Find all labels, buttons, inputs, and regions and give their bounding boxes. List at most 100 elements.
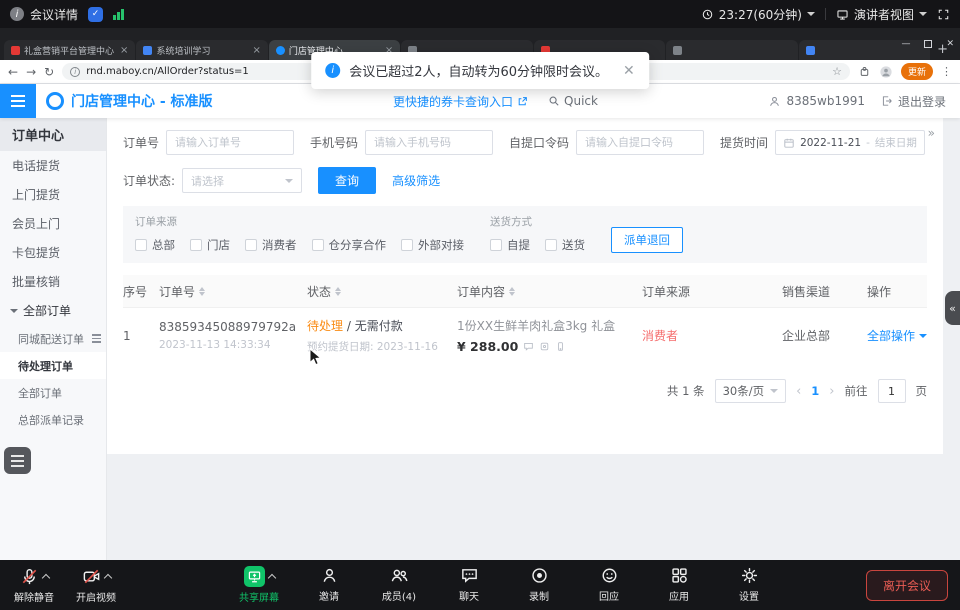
search-button[interactable]: 查询 [318, 167, 376, 194]
sidebar-item-phone-pickup[interactable]: 电话提货 [0, 151, 106, 180]
phone-label: 手机号码 [310, 134, 358, 151]
security-shield-icon[interactable]: ✓ [88, 7, 103, 22]
reaction-button[interactable]: 回应 [583, 566, 635, 603]
drag-handle-icon[interactable] [92, 334, 101, 343]
leave-meeting-button[interactable]: 离开会议 [866, 570, 948, 601]
members-button[interactable]: 成员(4) [373, 566, 425, 603]
invite-button[interactable]: 邀请 [303, 566, 355, 603]
chevron-up-icon[interactable] [267, 573, 275, 581]
phone-icon[interactable] [555, 341, 566, 352]
source-checkbox-consumer[interactable]: 消费者 [245, 237, 297, 253]
meeting-timer[interactable]: 23:27(60分钟) [701, 6, 815, 23]
fullscreen-button[interactable] [937, 8, 950, 21]
checkbox-icon [245, 239, 257, 251]
source-checkbox-external[interactable]: 外部对接 [401, 237, 464, 253]
hamburger-menu-button[interactable] [0, 84, 36, 118]
prev-page-button[interactable]: ‹ [796, 384, 801, 399]
sidebar-subitem-city-delivery[interactable]: 同城配送订单 [0, 325, 106, 352]
bookmark-star-icon[interactable]: ☆ [832, 65, 842, 78]
edge-collapse-tab[interactable]: « [945, 291, 960, 325]
sidebar-subitem-pending-orders[interactable]: 待处理订单 [0, 352, 106, 379]
apps-button[interactable]: 应用 [653, 566, 705, 603]
delivery-checkbox-delivery[interactable]: 送货 [545, 237, 585, 253]
apps-label: 应用 [669, 588, 689, 603]
quick-search[interactable]: Quick [548, 94, 598, 108]
sort-icon[interactable] [335, 287, 341, 296]
advanced-filter-link[interactable]: 高级筛选 [392, 172, 440, 189]
app-logo [46, 92, 64, 110]
forward-button[interactable]: → [26, 66, 36, 78]
close-window-button[interactable]: ✕ [946, 39, 954, 49]
floating-menu-widget[interactable] [4, 447, 31, 474]
source-checkbox-warehouse[interactable]: 仓分享合作 [312, 237, 387, 253]
code-input[interactable] [576, 130, 704, 155]
row-source: 消费者 [642, 327, 782, 344]
collapse-panel-icon[interactable]: » [928, 126, 935, 140]
browser-tab-2[interactable]: 系统培训学习 × [136, 40, 267, 60]
col-content[interactable]: 订单内容 [457, 283, 642, 300]
unmute-button[interactable]: 解除静音 [8, 566, 60, 604]
page-size-select[interactable]: 30条/页 [715, 379, 787, 403]
sidebar-item-door-pickup[interactable]: 上门提货 [0, 180, 106, 209]
col-order-no[interactable]: 订单号 [159, 283, 307, 300]
record-button[interactable]: 录制 [513, 566, 565, 603]
minimize-button[interactable]: — [901, 39, 910, 49]
mini-app-icon[interactable] [539, 341, 550, 352]
dispatch-return-button[interactable]: 派单退回 [611, 227, 683, 253]
browser-update-badge[interactable]: 更新 [901, 63, 933, 80]
profile-avatar[interactable] [879, 65, 893, 79]
meeting-topbar-left: i 会议详情 ✓ [10, 6, 124, 23]
reaction-label: 回应 [599, 588, 619, 603]
browser-tab-6[interactable] [666, 40, 797, 60]
source-checkbox-store[interactable]: 门店 [190, 237, 230, 253]
share-screen-button[interactable]: 共享屏幕 [233, 566, 285, 604]
sidebar-subitem-hq-dispatch-log[interactable]: 总部派单记录 [0, 406, 106, 433]
toast-close-icon[interactable]: ✕ [623, 63, 635, 79]
next-page-button[interactable]: › [829, 384, 834, 399]
status-select-value: 请选择 [191, 173, 224, 189]
source-checkbox-hq[interactable]: 总部 [135, 237, 175, 253]
reload-button[interactable]: ↻ [44, 66, 54, 78]
chevron-up-icon[interactable] [103, 573, 111, 581]
app-body: 订单中心 电话提货 上门提货 会员上门 卡包提货 批量核销 全部订单 同城配送订… [0, 118, 960, 560]
app-logo-wrap: 门店管理中心 - 标准版 [36, 91, 223, 111]
sort-icon[interactable] [199, 287, 205, 296]
extensions-icon[interactable] [858, 65, 871, 78]
restore-button[interactable] [924, 40, 932, 48]
chevron-up-icon[interactable] [41, 573, 49, 581]
start-video-button[interactable]: 开启视频 [70, 566, 122, 604]
sidebar-subitem-all-orders[interactable]: 全部订单 [0, 379, 106, 406]
col-status[interactable]: 状态 [307, 283, 457, 300]
date-range-picker[interactable]: 2022-11-21 - 结束日期 [775, 130, 925, 155]
meeting-details-button[interactable]: i 会议详情 [10, 6, 78, 23]
coupon-query-link[interactable]: 更快捷的券卡查询入口 [393, 93, 528, 110]
user-account[interactable]: 8385wb1991 [768, 94, 865, 108]
tab-close-icon[interactable]: × [120, 45, 128, 56]
tab-favicon [673, 46, 682, 55]
order-no-input[interactable] [166, 130, 294, 155]
order-no-value[interactable]: 83859345088979792a [159, 320, 307, 334]
site-info-icon[interactable]: i [70, 67, 80, 77]
row-action-dropdown[interactable]: 全部操作 [867, 327, 927, 344]
message-icon[interactable] [523, 341, 534, 352]
chat-button[interactable]: 聊天 [443, 566, 495, 603]
sort-icon[interactable] [509, 287, 515, 296]
logout-button[interactable]: 退出登录 [881, 93, 946, 110]
sidebar-item-card-pickup[interactable]: 卡包提货 [0, 238, 106, 267]
sidebar-item-member-visit[interactable]: 会员上门 [0, 209, 106, 238]
goto-page-input[interactable] [878, 379, 906, 403]
sidebar-item-batch-verify[interactable]: 批量核销 [0, 267, 106, 296]
phone-input[interactable] [365, 130, 493, 155]
current-page[interactable]: 1 [811, 384, 819, 398]
chat-label: 聊天 [459, 588, 479, 603]
back-button[interactable]: ← [8, 66, 18, 78]
browser-tab-1[interactable]: 礼盒营销平台管理中心 × [4, 40, 135, 60]
tab-close-icon[interactable]: × [252, 45, 260, 56]
info-icon: i [10, 7, 24, 21]
status-select[interactable]: 请选择 [182, 168, 302, 193]
delivery-checkbox-selfpickup[interactable]: 自提 [490, 237, 530, 253]
browser-menu-icon[interactable]: ⋮ [941, 65, 952, 78]
sidebar-group-all-orders[interactable]: 全部订单 [0, 296, 106, 325]
view-mode-switch[interactable]: 演讲者视图 [836, 6, 927, 23]
settings-button[interactable]: 设置 [723, 566, 775, 603]
